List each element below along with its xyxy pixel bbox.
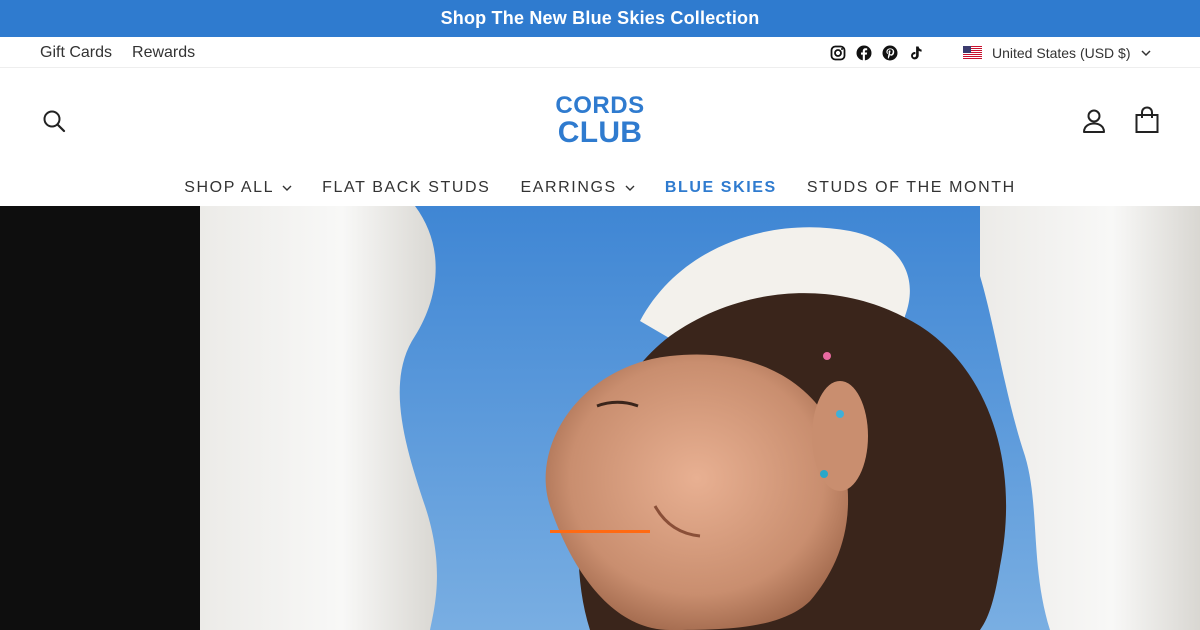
nav-studs-of-the-month[interactable]: STUDS OF THE MONTH — [807, 179, 1016, 197]
site-logo[interactable]: CORDS CLUB — [540, 94, 660, 147]
nav-label: SHOP ALL — [184, 179, 275, 196]
tiktok-icon[interactable] — [907, 44, 924, 61]
social-links — [829, 37, 924, 68]
nav-label: STUDS OF THE MONTH — [806, 179, 1016, 196]
rewards-link[interactable]: Rewards — [132, 44, 195, 62]
hero-image — [200, 206, 1200, 630]
site-header: CORDS CLUB — [0, 68, 1200, 170]
nav-label: EARRINGS — [520, 179, 617, 196]
account-icon[interactable] — [1082, 108, 1106, 134]
slider-indicator[interactable] — [550, 530, 650, 533]
nav-shop-all[interactable]: SHOP ALL — [184, 179, 292, 197]
pinterest-icon[interactable] — [881, 44, 898, 61]
gift-cards-link[interactable]: Gift Cards — [40, 44, 112, 62]
main-nav: SHOP ALL FLAT BACK STUDS EARRINGS BLUE S… — [0, 170, 1200, 206]
currency-label: United States (USD $) — [992, 44, 1131, 61]
announcement-bar[interactable]: Shop The New Blue Skies Collection — [0, 0, 1200, 37]
us-flag-icon — [963, 46, 982, 59]
logo-line-2: CLUB — [557, 115, 643, 149]
logo-line-1: CORDS — [555, 92, 645, 119]
cart-icon[interactable] — [1134, 106, 1160, 134]
chevron-down-icon — [625, 185, 635, 191]
instagram-icon[interactable] — [829, 44, 846, 61]
announcement-text[interactable]: Shop The New Blue Skies Collection — [441, 8, 760, 29]
nav-label: BLUE SKIES — [664, 179, 777, 196]
nav-flat-back-studs[interactable]: FLAT BACK STUDS — [322, 179, 490, 197]
nav-blue-skies[interactable]: BLUE SKIES — [665, 179, 777, 197]
chevron-down-icon — [282, 185, 292, 191]
currency-selector[interactable]: United States (USD $) — [963, 37, 1151, 68]
facebook-icon[interactable] — [855, 44, 872, 61]
chevron-down-icon — [1140, 49, 1151, 56]
search-icon[interactable] — [42, 109, 66, 133]
utility-bar: Gift Cards Rewards United States (USD $) — [0, 37, 1200, 68]
nav-earrings[interactable]: EARRINGS — [520, 179, 635, 197]
utility-links: Gift Cards Rewards — [40, 37, 195, 68]
nav-label: FLAT BACK STUDS — [322, 179, 491, 196]
hero-banner[interactable] — [0, 206, 1200, 630]
hero-left-panel — [0, 206, 200, 630]
